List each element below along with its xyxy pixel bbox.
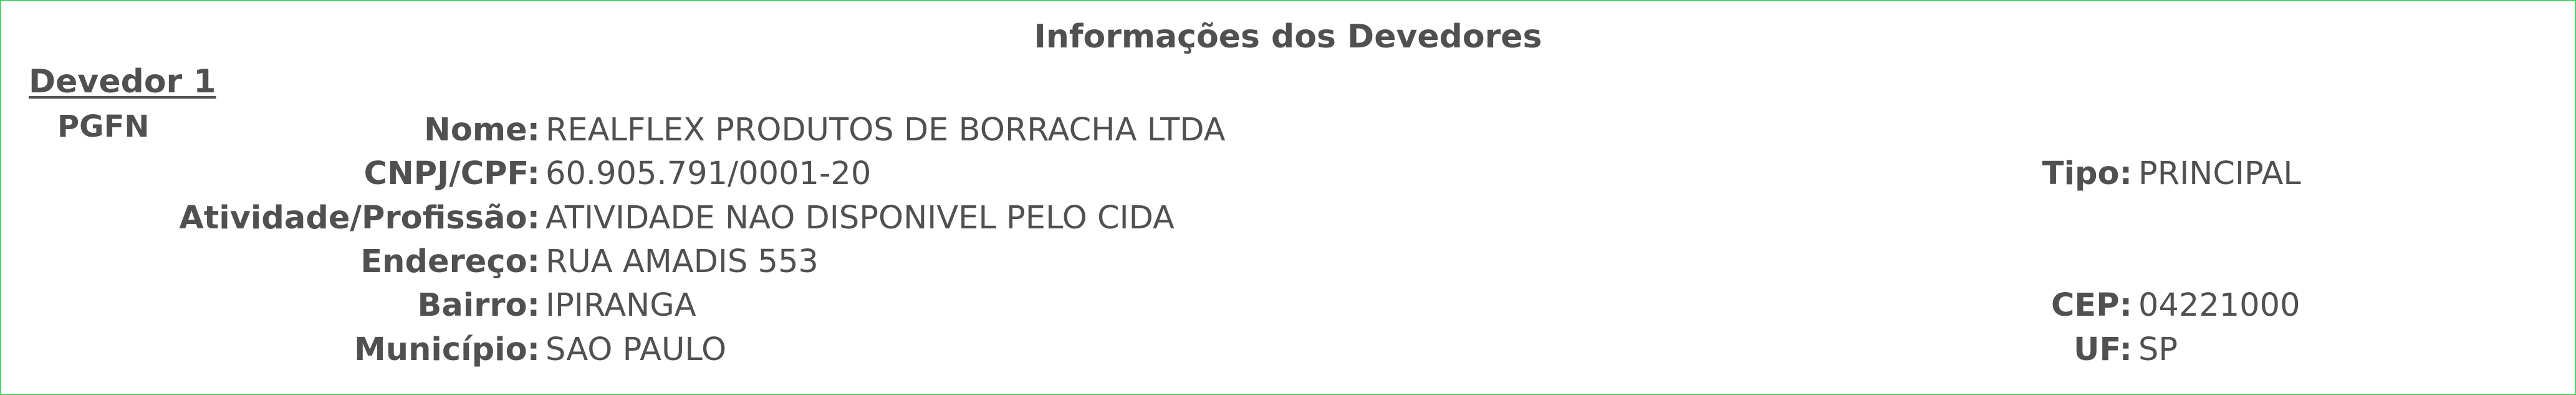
uf-label: UF: [2074,331,2132,368]
cnpj-label: CNPJ/CPF: [363,155,540,192]
debtor-heading: Devedor 1 [29,63,216,100]
tipo-label: Tipo: [2042,155,2132,192]
nome-value: REALFLEX PRODUTOS DE BORRACHA LTDA [545,112,1226,149]
cep-value: 04221000 [2138,287,2300,324]
endereco-label: Endereço: [360,243,540,280]
municipio-label: Município: [354,331,540,368]
bairro-value: IPIRANGA [545,287,696,324]
section-title: Informações dos Devedores [1034,18,1542,56]
atividade-label: Atividade/Profissão: [179,200,540,237]
municipio-value: SAO PAULO [545,331,727,368]
cnpj-value: 60.905.791/0001-20 [545,155,872,192]
tipo-value: PRINCIPAL [2138,155,2301,192]
nome-label: Nome: [424,112,540,149]
endereco-value: RUA AMADIS 553 [545,243,819,280]
atividade-value: ATIVIDADE NAO DISPONIVEL PELO CIDA [545,200,1175,237]
uf-value: SP [2138,331,2178,368]
cep-label: CEP: [2050,287,2132,324]
debtor-origin: PGFN [57,109,150,144]
bairro-label: Bairro: [417,287,540,324]
